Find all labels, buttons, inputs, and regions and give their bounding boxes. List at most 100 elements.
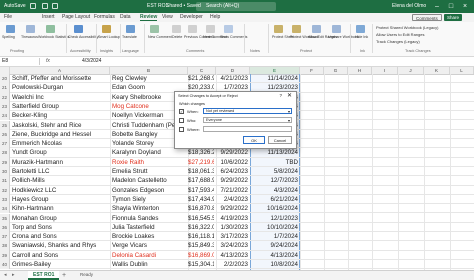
prev-sheet-icon[interactable]: ◂ <box>4 272 7 278</box>
sheet-tab-est-ro1[interactable]: EST RO1 <box>28 271 60 280</box>
cell-a[interactable]: Carroll and Sons <box>12 251 109 260</box>
row-header[interactable]: 24 <box>0 111 10 121</box>
row-header[interactable]: 35 <box>0 213 10 223</box>
who-checkbox[interactable] <box>179 118 184 123</box>
cell-a[interactable]: Ziene, Buckridge and Hessel <box>12 130 109 139</box>
cell-a[interactable]: Jaskolski, Stehr and Rice <box>12 121 109 130</box>
cell-e[interactable]: TBD <box>250 158 298 167</box>
column-header-j[interactable]: J <box>398 67 424 74</box>
cell-a[interactable]: Bartoletti LLC <box>12 167 109 176</box>
column-header-a[interactable]: A <box>10 67 110 74</box>
cell-b[interactable]: Brockie Loakes <box>112 232 187 241</box>
cell-e[interactable]: 10/8/2024 <box>250 260 298 269</box>
column-header-l[interactable]: L <box>450 67 474 74</box>
cell-d[interactable]: 1/30/2023 <box>216 223 248 232</box>
cell-c[interactable]: $16,870.89 <box>188 204 214 213</box>
row-header[interactable]: 28 <box>0 148 10 158</box>
row-header[interactable]: 38 <box>0 241 10 251</box>
cell-a[interactable]: Satterfield Group <box>12 102 109 111</box>
cell-e[interactable]: 12/1/2023 <box>250 214 298 223</box>
column-header-i[interactable]: I <box>372 67 398 74</box>
cell-b[interactable]: Wallis Dublin <box>112 260 187 269</box>
cell-c[interactable]: $16,869.02 <box>188 251 214 260</box>
cell-e[interactable]: 10/10/2024 <box>250 223 298 232</box>
share-button[interactable]: Share <box>444 14 463 21</box>
spelling-button[interactable]: Spelling <box>2 35 15 39</box>
column-header-d[interactable]: D <box>216 67 250 74</box>
table-row[interactable]: 37Crona and SonsBrockie Loakes$16,118.11… <box>0 232 474 242</box>
cell-c[interactable]: $18,061.37 <box>188 167 214 176</box>
show-comments-icon[interactable] <box>224 25 233 33</box>
cancel-button[interactable]: Cancel <box>268 136 292 144</box>
cell-c[interactable]: $18,326.21 <box>188 148 214 157</box>
table-row[interactable]: 36 Torp and Sons Julia Tasterfield $16,322.… <box>0 222 474 233</box>
cell-d[interactable]: 9/29/2022 <box>216 176 248 185</box>
cell-e[interactable]: 10/16/2024 <box>250 204 298 213</box>
cell-d[interactable]: 2/2/2023 <box>216 260 248 269</box>
undo-icon[interactable] <box>52 3 58 9</box>
cell-c[interactable]: $15,849.30 <box>188 241 214 250</box>
row-header[interactable]: 36 <box>0 222 10 233</box>
cell-a[interactable]: Waelchi Inc <box>12 93 109 102</box>
cell-a[interactable]: Torp and Sons <box>12 223 109 232</box>
check-accessibility-button[interactable]: Check Accessibility <box>68 35 99 39</box>
cell-a[interactable]: Yundt Group <box>12 148 109 157</box>
cell-b[interactable]: Madelon Castelletto <box>112 176 187 185</box>
row-header[interactable]: 27 <box>0 139 10 149</box>
spelling-icon[interactable] <box>6 25 15 33</box>
tab-review[interactable]: Review <box>140 14 158 21</box>
row-header[interactable]: 31 <box>0 176 10 186</box>
cell-b[interactable]: Tymon Siely <box>112 195 187 204</box>
table-row[interactable]: 28Yundt GroupKaralynn Doyland$18,326.219… <box>0 148 474 158</box>
cell-e[interactable]: 11/14/2024 <box>250 74 298 83</box>
cell-a[interactable]: Becker-Kling <box>12 111 109 120</box>
cell-e[interactable]: 4/13/2024 <box>250 251 298 260</box>
row-header[interactable]: 30 <box>0 167 10 177</box>
track-changes-legacy[interactable]: Track Changes (Legacy) <box>376 39 420 44</box>
table-row[interactable]: 33Hayes GroupTymon Siely$17,434.972/4/20… <box>0 194 474 205</box>
cell-d[interactable]: 3/24/2023 <box>216 241 248 250</box>
tab-formulas[interactable]: Formulas <box>94 14 115 20</box>
table-row[interactable]: 39 Carroll and Sons Delonia Casardi $16,869… <box>0 250 474 260</box>
next-sheet-icon[interactable]: ▸ <box>12 272 15 278</box>
comments-button[interactable]: Comments <box>412 14 442 21</box>
cell-d[interactable]: 9/29/2022 <box>216 148 248 157</box>
row-header[interactable]: 37 <box>0 232 10 242</box>
formula-input[interactable]: 4/3/2024 <box>82 58 101 65</box>
cell-a[interactable]: Emmerich Nicolas <box>12 139 109 148</box>
cell-a[interactable]: Grimes-Bailey <box>12 260 109 269</box>
cell-d[interactable]: 2/4/2023 <box>216 195 248 204</box>
table-row[interactable]: 29Murazik-HartmannRoxie Raith$27,219.691… <box>0 157 474 167</box>
cell-b[interactable]: Roxie Raith <box>112 158 187 167</box>
workbook-statistics-icon[interactable] <box>46 25 55 33</box>
table-row[interactable]: 40Grimes-BaileyWallis Dublin$15,304.192/… <box>0 260 474 270</box>
cell-a[interactable]: Crona and Sons <box>12 232 109 241</box>
row-header[interactable]: 22 <box>0 92 10 102</box>
cell-b[interactable]: Shayla Winterton <box>112 204 187 213</box>
autosave-toggle[interactable] <box>30 3 36 9</box>
cell-c[interactable]: $15,304.19 <box>188 260 214 269</box>
cell-d[interactable]: 10/6/2022 <box>216 158 248 167</box>
who-dropdown[interactable]: Everyone ▾ <box>203 117 292 123</box>
unshare-workbook-icon[interactable] <box>332 25 341 33</box>
save-icon[interactable] <box>42 3 48 9</box>
allow-edit-ranges-icon[interactable] <box>312 25 321 33</box>
allow-users-edit-ranges[interactable]: Allow Users to Edit Ranges <box>376 32 424 37</box>
user-name[interactable]: Elena del Olmo <box>392 3 426 9</box>
cell-c[interactable]: $21,268.96 <box>188 74 214 83</box>
cell-b[interactable]: Emelia Strutt <box>112 167 187 176</box>
cell-c[interactable]: $17,593.40 <box>188 186 214 195</box>
cell-d[interactable]: 4/13/2023 <box>216 251 248 260</box>
table-row[interactable]: 30Bartoletti LLCEmelia Strutt$18,061.376… <box>0 167 474 177</box>
cell-e[interactable]: 5/8/2024 <box>250 167 298 176</box>
table-row[interactable]: 38 Swaniawski, Shanks and Rhys Verge Vicar… <box>0 241 474 251</box>
column-header-c[interactable]: C <box>188 67 216 74</box>
cell-e[interactable]: 12/7/2023 <box>250 176 298 185</box>
cell-d[interactable]: 4/19/2023 <box>216 214 248 223</box>
previous-comment-icon[interactable] <box>188 25 197 33</box>
cell-a[interactable]: Hayes Group <box>12 195 109 204</box>
cell-a[interactable]: Monahan Group <box>12 214 109 223</box>
protect-workbook-icon[interactable] <box>292 25 301 33</box>
cell-a[interactable]: Schiff, Pfeffer and Morissette <box>12 74 109 83</box>
cell-a[interactable]: Kihn-Hartmann <box>12 204 109 213</box>
